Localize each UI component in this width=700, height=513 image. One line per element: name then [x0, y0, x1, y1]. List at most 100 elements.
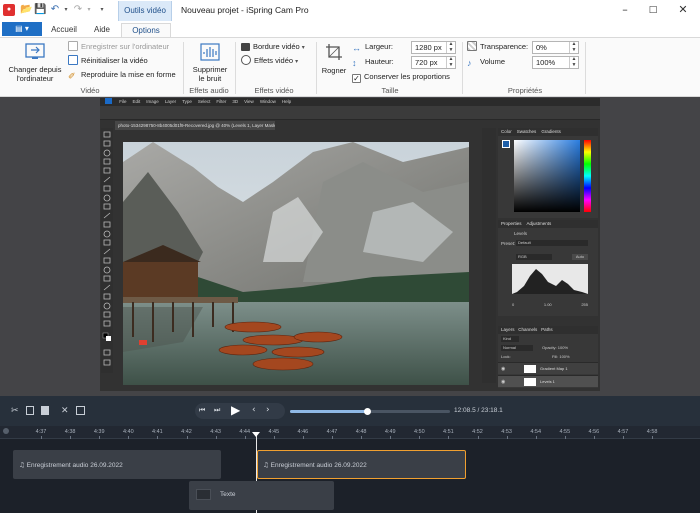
spinner-arrows-icon[interactable]: ▲ ▼ [569, 41, 578, 53]
video-effects-label: Effets vidéo [254, 56, 294, 65]
next-frame-icon[interactable]: › [266, 405, 270, 415]
cut-icon[interactable]: ✂ [11, 406, 19, 416]
ps-logo-icon [105, 98, 112, 104]
seek-bar-fill [290, 410, 367, 413]
ps-tab-channels[interactable]: Channels [518, 327, 537, 332]
ps-menu-item[interactable]: Window [260, 99, 276, 104]
transparency-input[interactable]: 0% ▲ ▼ [532, 41, 579, 54]
group-label-size: Taille [381, 86, 399, 95]
context-tab-video-tools[interactable]: Outils vidéo [118, 1, 172, 21]
ps-menu-item[interactable]: Help [282, 99, 291, 104]
ps-tab-paths[interactable]: Paths [541, 327, 553, 332]
prev-frame-icon[interactable]: ‹ [252, 405, 256, 415]
ps-input-white[interactable]: 255 [581, 302, 588, 307]
width-value: 1280 px [415, 43, 442, 52]
skip-back-icon[interactable]: ⏮ [199, 406, 205, 415]
copy-icon[interactable] [26, 406, 34, 415]
ps-menu-item[interactable]: Type [182, 99, 192, 104]
open-folder-icon[interactable]: 📂 [20, 4, 32, 16]
ps-fill-value[interactable]: 100% [559, 354, 569, 359]
reproduce-format-button[interactable]: ✐ Reproduire la mise en forme [68, 69, 176, 81]
close-icon[interactable]: ✕ [677, 4, 689, 16]
ps-auto-button[interactable]: Auto [572, 254, 588, 260]
spinner-arrows-icon[interactable]: ▲ ▼ [569, 56, 578, 68]
ps-tab-adjustments[interactable]: Adjustments [527, 221, 552, 226]
noise-label-line2: le bruit [198, 74, 222, 83]
volume-input[interactable]: 100% ▲ ▼ [532, 56, 579, 69]
tab-options[interactable]: Options [121, 23, 171, 37]
timeline-tick-mark [361, 436, 363, 439]
play-icon[interactable]: ▶ [231, 403, 240, 417]
ps-eye-icon[interactable]: ◉ [501, 379, 505, 385]
paste-icon[interactable] [41, 406, 49, 415]
spinner-arrows-icon[interactable]: ▲ ▼ [446, 41, 455, 53]
audio-clip-selected[interactable]: ♫ Enregistrement audio 26.09.2022 [257, 450, 466, 479]
ps-color-field[interactable] [514, 140, 580, 212]
text-clip[interactable]: Texte [189, 481, 334, 510]
text-clip-thumbnail [196, 489, 211, 500]
reset-video-button[interactable]: Réinitialiser la vidéo [68, 55, 148, 67]
ps-layer-kind-select[interactable]: Kind [501, 336, 519, 342]
tab-accueil[interactable]: Accueil [48, 23, 80, 37]
ps-menu-item[interactable]: Filter [216, 99, 226, 104]
ps-menu-item[interactable]: Edit [133, 99, 141, 104]
split-icon[interactable]: ✕ [61, 406, 69, 416]
ps-layers-tabs: Layers Channels Paths [498, 326, 598, 334]
fit-icon[interactable] [76, 406, 85, 415]
video-effects-button[interactable]: Effets vidéo ▾ [241, 55, 298, 67]
ps-tab-color[interactable]: Color [501, 129, 512, 134]
spinner-arrows-icon[interactable]: ▲ ▼ [446, 56, 455, 68]
timeline-tick-label: 4:39 [93, 429, 105, 435]
ps-menu-item[interactable]: Image [146, 99, 159, 104]
ps-opacity-value[interactable]: 100% [558, 345, 568, 350]
ps-menu-item[interactable]: View [244, 99, 254, 104]
ps-layer-row[interactable]: ◉ Gradient Map 1 [498, 362, 598, 374]
change-from-computer-button[interactable]: Changer depuis l'ordinateur [3, 65, 67, 83]
effects-icon [241, 55, 251, 65]
seek-bar[interactable] [290, 408, 450, 415]
minimize-icon[interactable]: – [619, 4, 631, 16]
undo-dropdown-icon[interactable]: ▾ [60, 4, 72, 16]
time-display: 12:08.5 / 23:18.1 [454, 407, 503, 414]
audio-clip[interactable]: ♫ Enregistrement audio 26.09.2022 [13, 450, 221, 479]
ps-foreground-swatch[interactable] [502, 140, 510, 148]
width-input[interactable]: 1280 px ▲ ▼ [411, 41, 456, 54]
crop-button[interactable]: Rogner [318, 66, 350, 75]
save-icon[interactable]: 💾 [34, 4, 46, 16]
video-border-button[interactable]: Bordure vidéo ▾ [241, 41, 305, 53]
save-to-computer-button[interactable]: Enregistrer sur l'ordinateur [68, 41, 169, 53]
file-menu-button[interactable]: ▤ ▾ [2, 22, 42, 36]
reproduce-format-label: Reproduire la mise en forme [81, 70, 176, 79]
tab-aide[interactable]: Aide [88, 23, 116, 37]
ps-tab-layers[interactable]: Layers [501, 327, 515, 332]
ps-tab-properties[interactable]: Properties [501, 221, 522, 226]
checkbox-checked-icon[interactable]: ✓ [352, 74, 361, 83]
group-label-effects: Effets vidéo [254, 86, 294, 95]
redo-dropdown-icon[interactable]: ▾ [83, 4, 95, 16]
ps-menu-item[interactable]: 3D [232, 99, 238, 104]
ps-channel-select[interactable]: RGB [516, 254, 552, 260]
maximize-icon[interactable]: □ [647, 4, 659, 16]
seek-handle[interactable] [363, 408, 371, 415]
ps-menu-item[interactable]: Select [198, 99, 211, 104]
video-frame-photoshop[interactable]: File Edit Image Layer Type Select Filter 3D View… [100, 98, 600, 391]
customize-toolbar-icon[interactable]: ▾ [96, 4, 108, 16]
ps-eye-icon[interactable]: ◉ [501, 366, 505, 372]
ps-tab-gradients[interactable]: Gradients [541, 129, 561, 134]
ps-blend-mode-select[interactable]: Normal [501, 345, 533, 351]
playback-controls: ⏮ ⏭ ▶ ‹ › [195, 403, 285, 419]
height-input[interactable]: 720 px ▲ ▼ [411, 56, 456, 69]
playhead-marker-icon[interactable] [252, 432, 260, 437]
ps-menu-item[interactable]: File [119, 99, 126, 104]
ps-hue-slider[interactable] [584, 140, 591, 212]
ps-input-gamma[interactable]: 1.00 [544, 302, 552, 307]
ps-input-black[interactable]: 0 [512, 302, 514, 307]
ps-menu-item[interactable]: Layer [165, 99, 176, 104]
ps-layer-row[interactable]: ◉ Levels 1 [498, 375, 598, 387]
remove-noise-button[interactable]: Supprimer le bruit [186, 65, 234, 83]
ps-tab-swatches[interactable]: Swatches [517, 129, 537, 134]
ps-layer-thumbnail [524, 365, 536, 373]
keep-proportions-checkbox[interactable]: ✓ Conserver les proportions [352, 71, 450, 83]
ps-preset-select[interactable]: Default [516, 240, 588, 246]
skip-forward-icon[interactable]: ⏭ [214, 406, 220, 415]
